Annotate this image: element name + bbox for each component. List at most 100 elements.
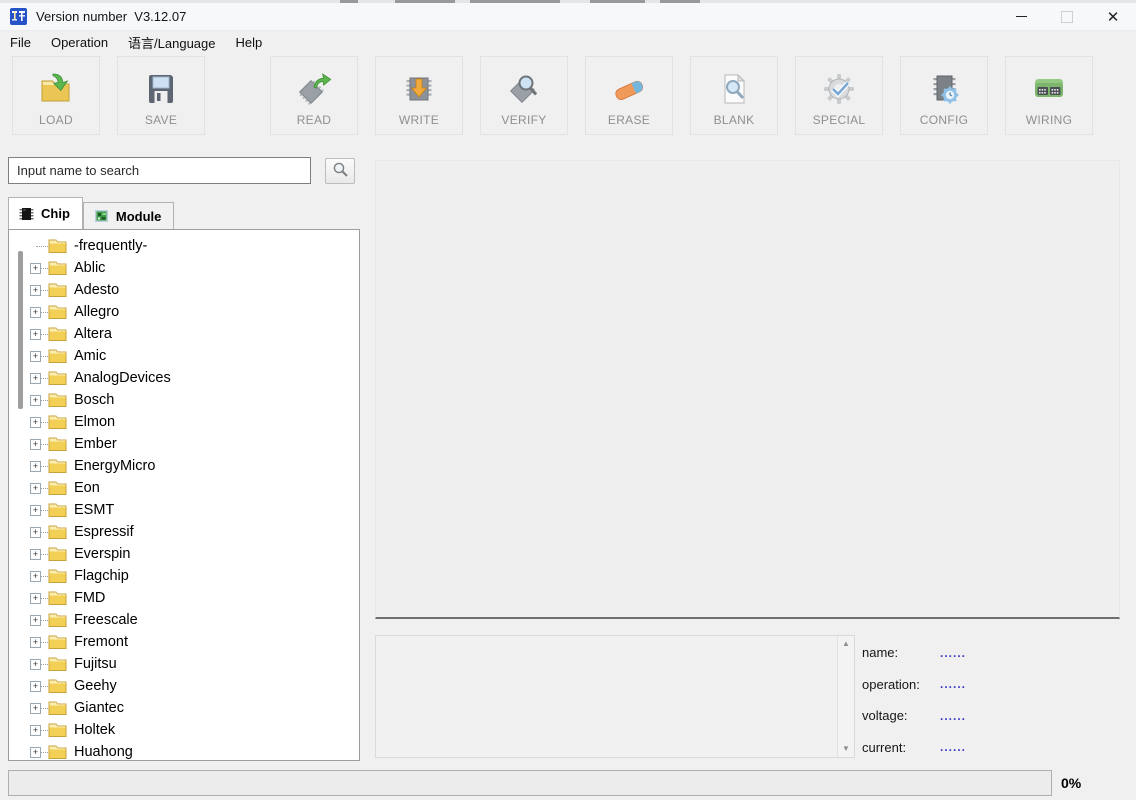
blank-button[interactable]: BLANK [690,56,778,135]
progress-percent: 0% [1061,775,1082,791]
expand-plus-icon[interactable]: + [30,306,41,318]
expand-plus-icon[interactable]: + [30,680,41,692]
minimize-button[interactable] [998,3,1044,30]
tree-item-label: AnalogDevices [74,370,171,386]
tree-item[interactable]: + Fremont [9,631,359,653]
log-area[interactable]: ▲ ▼ [375,635,855,758]
menu-help[interactable]: Help [226,33,273,52]
expand-plus-icon[interactable]: + [30,746,41,758]
tree-item[interactable]: + Eon [9,477,359,499]
tree-item[interactable]: + Ablic [9,257,359,279]
minimize-icon [1015,16,1027,17]
main-content-panel [375,160,1120,619]
tree-item[interactable]: + Freescale [9,609,359,631]
folder-icon [48,568,67,584]
wiring-button[interactable]: WIRING [1005,56,1093,135]
tree-item[interactable]: + -frequently- [9,235,359,257]
info-value: ...... [940,708,967,723]
tree-item-label: FMD [74,590,106,606]
tree-item[interactable]: + Fujitsu [9,653,359,675]
expand-plus-icon[interactable]: + [30,504,41,516]
expand-plus-icon[interactable]: + [30,438,41,450]
log-scrollbar[interactable]: ▲ ▼ [837,636,854,757]
scroll-up-icon[interactable]: ▲ [842,639,850,649]
expand-plus-icon[interactable]: + [30,658,41,670]
save-button[interactable]: SAVE [117,56,205,135]
tree-item[interactable]: + Huahong [9,741,359,760]
folder-icon [48,678,67,694]
expand-plus-icon[interactable]: + [30,636,41,648]
load-button[interactable]: LOAD [12,56,100,135]
tree-item[interactable]: + Ember [9,433,359,455]
expand-plus-icon[interactable]: + [30,284,41,296]
tree-item[interactable]: + AnalogDevices [9,367,359,389]
expand-plus-icon[interactable]: + [30,328,41,340]
tree-scrollbar-thumb[interactable] [18,251,23,409]
tree-item-label: Bosch [74,392,115,408]
special-button[interactable]: SPECIAL [795,56,883,135]
progress-bar [8,770,1052,796]
tree-item-label: Flagchip [74,568,129,584]
menu-file[interactable]: File [0,33,41,52]
read-button[interactable]: READ [270,56,358,135]
expand-plus-icon[interactable]: + [30,614,41,626]
tree-item[interactable]: + Espressif [9,521,359,543]
tree-item[interactable]: + Adesto [9,279,359,301]
info-label: operation: [862,676,920,692]
window-title: Version number V3.12.07 [36,9,187,24]
menu-language[interactable]: 语言/Language [118,31,225,54]
module-icon [93,208,110,224]
expand-plus-icon[interactable]: + [30,724,41,736]
tab-label: Chip [41,206,70,221]
verify-button[interactable]: VERIFY [480,56,568,135]
maximize-button[interactable] [1044,3,1090,30]
folder-icon [48,612,67,628]
expand-plus-icon[interactable]: + [30,394,41,406]
tree-item[interactable]: + Holtek [9,719,359,741]
tree-item[interactable]: + Bosch [9,389,359,411]
tree-item-label: Adesto [74,282,120,298]
expand-plus-icon[interactable]: + [30,526,41,538]
wiring-socket-icon [1031,71,1067,107]
erase-button[interactable]: ERASE [585,56,673,135]
expand-plus-icon[interactable]: + [30,262,41,274]
info-row: current: ...... [862,732,1122,764]
expand-plus-icon[interactable]: + [30,460,41,472]
expand-plus-icon[interactable]: + [30,548,41,560]
folder-icon [48,546,67,562]
expand-plus-icon[interactable]: + [30,416,41,428]
tree-item[interactable]: + Elmon [9,411,359,433]
tree-item[interactable]: + EnergyMicro [9,455,359,477]
scroll-down-icon[interactable]: ▼ [842,744,850,754]
tree-item[interactable]: + Everspin [9,543,359,565]
write-button[interactable]: WRITE [375,56,463,135]
search-button[interactable] [325,158,355,184]
tree-item-label: EnergyMicro [74,458,156,474]
expand-plus-icon[interactable]: + [30,372,41,384]
menu-operation[interactable]: Operation [41,33,118,52]
tab-chip[interactable]: Chip [8,197,83,229]
search-input[interactable] [8,157,311,184]
tree-item-label: Altera [74,326,112,342]
tab-module[interactable]: Module [82,202,175,229]
chip-manufacturer-tree: + -frequently- + Ablic + Adesto [8,229,360,761]
tree-item[interactable]: + FMD [9,587,359,609]
expand-plus-icon[interactable]: + [30,592,41,604]
tree-item[interactable]: + ESMT [9,499,359,521]
expand-plus-icon[interactable]: + [30,570,41,582]
expand-plus-icon[interactable]: + [30,482,41,494]
tree-item[interactable]: + Giantec [9,697,359,719]
tree-item[interactable]: + Altera [9,323,359,345]
toolbar: LOAD SAVE READ WRITE VERIFY ERASE BLANK [0,56,1136,138]
folder-icon [48,480,67,496]
close-button[interactable]: ✕ [1090,3,1136,30]
expand-plus-icon[interactable]: + [30,702,41,714]
tree-item[interactable]: + Allegro [9,301,359,323]
config-button[interactable]: CONFIG [900,56,988,135]
tree-item-label: Elmon [74,414,116,430]
expand-plus-icon[interactable]: + [30,350,41,362]
tree-item[interactable]: + Flagchip [9,565,359,587]
folder-icon [48,634,67,650]
tree-item[interactable]: + Amic [9,345,359,367]
tree-item[interactable]: + Geehy [9,675,359,697]
